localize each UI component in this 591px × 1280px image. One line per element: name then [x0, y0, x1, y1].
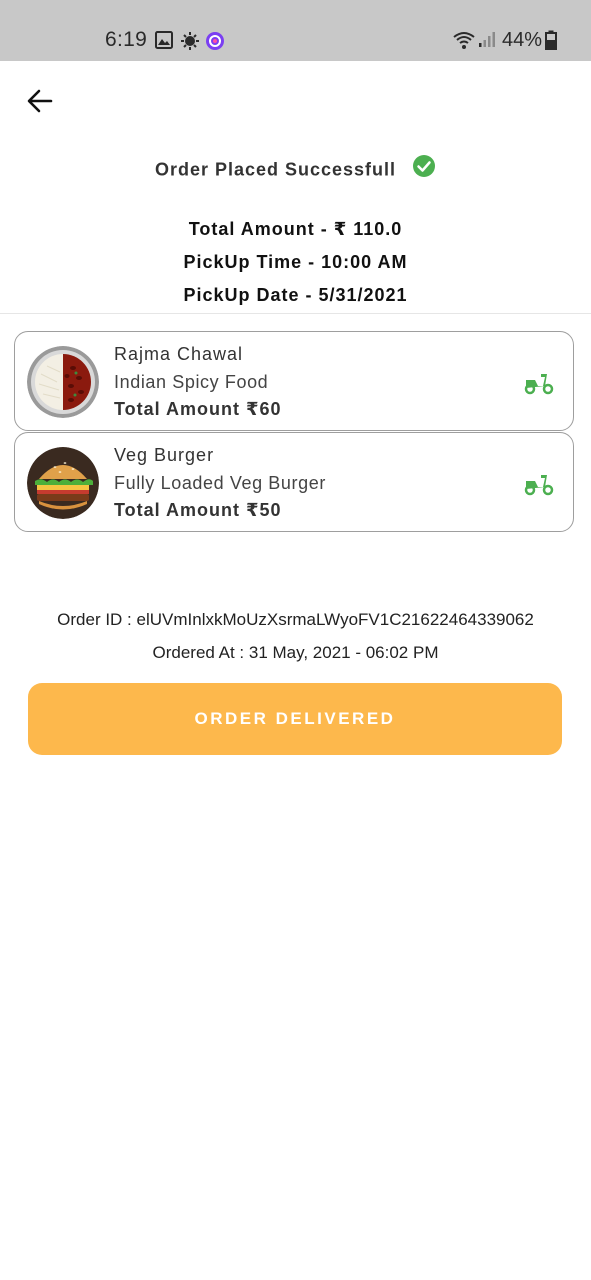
- order-item-card[interactable]: Veg Burger Fully Loaded Veg Burger Total…: [14, 432, 574, 532]
- order-id: Order ID : elUVmInlxkMoUzXsrmaLWyoFV1C21…: [57, 610, 534, 629]
- order-delivered-button[interactable]: ORDER DELIVERED: [28, 683, 562, 755]
- wifi-icon: [452, 30, 476, 55]
- item-amount: Total Amount ₹50: [114, 500, 282, 520]
- status-time: 6:19: [105, 28, 148, 51]
- item-description: Indian Spicy Food: [114, 372, 269, 392]
- ordered-at: Ordered At : 31 May, 2021 - 06:02 PM: [152, 643, 439, 662]
- pickup-time: PickUp Time - 10:00 AM: [183, 252, 408, 272]
- item-name: Rajma Chawal: [114, 344, 244, 364]
- rajma-chawal-image: [27, 346, 99, 418]
- battery-percent: 44%: [502, 29, 543, 51]
- order-item-card[interactable]: Rajma Chawal Indian Spicy Food Total Amo…: [14, 331, 574, 431]
- status-bar: 6:19 44%: [0, 0, 591, 61]
- signal-icon: [478, 30, 496, 53]
- item-description: Fully Loaded Veg Burger: [114, 473, 326, 493]
- total-amount: Total Amount - ₹ 110.0: [188, 219, 403, 239]
- app-notification-icon: [205, 31, 225, 56]
- success-text: Order Placed Successfull: [154, 159, 397, 180]
- divider: [0, 313, 591, 314]
- scooter-icon: [523, 368, 555, 396]
- gallery-icon: [155, 31, 173, 54]
- veg-burger-image: [27, 447, 99, 519]
- item-amount: Total Amount ₹60: [114, 399, 282, 419]
- bug-icon: [180, 31, 200, 56]
- order-success-heading: Order Placed Successfull: [0, 155, 591, 183]
- check-circle-icon: [412, 154, 436, 183]
- item-name: Veg Burger: [114, 445, 215, 465]
- back-arrow-icon[interactable]: [24, 85, 56, 117]
- scooter-icon: [523, 469, 555, 497]
- pickup-date: PickUp Date - 5/31/2021: [183, 285, 408, 305]
- battery-icon: [545, 30, 557, 55]
